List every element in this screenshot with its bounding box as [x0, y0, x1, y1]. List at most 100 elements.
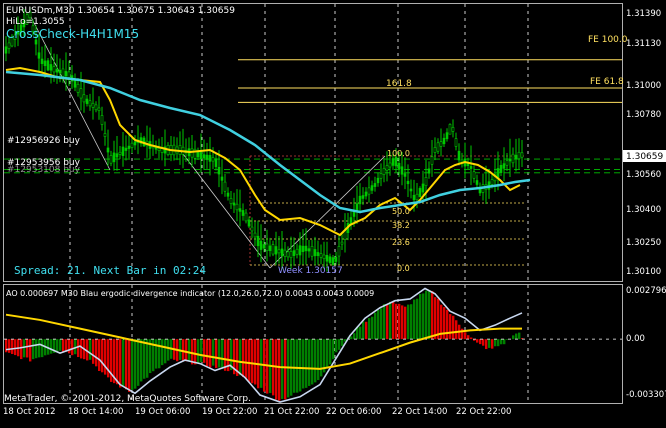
candle-body	[398, 163, 400, 168]
histogram-bar	[335, 339, 337, 352]
time-tick: 21 Oct 22:00	[264, 407, 319, 417]
candle-body	[77, 84, 79, 92]
candle-body	[62, 69, 64, 76]
candle-body	[341, 242, 343, 244]
candle-body	[242, 210, 244, 215]
histogram-bar	[143, 339, 145, 379]
candle-body	[53, 67, 55, 72]
candle-body	[125, 148, 127, 150]
histogram-bar	[197, 339, 199, 363]
price-tick: 1.30560	[626, 170, 661, 180]
histogram-bar	[68, 339, 70, 353]
candle-body	[446, 133, 448, 139]
time-tick: 18 Oct 14:00	[68, 407, 123, 417]
candle-body	[263, 244, 265, 248]
candle-body	[431, 157, 433, 165]
histogram-bar	[239, 339, 241, 375]
histogram-bar	[23, 339, 25, 357]
time-tick: 22 Oct 22:00	[456, 407, 511, 417]
candle-body	[455, 139, 457, 147]
histogram-bar	[275, 339, 277, 399]
candle-body	[422, 184, 424, 192]
histogram-bar	[212, 339, 214, 365]
histogram-bar	[137, 339, 139, 386]
histogram-bar	[404, 307, 406, 339]
candle-body	[245, 213, 247, 221]
histogram-bar	[449, 314, 451, 339]
candle-body	[269, 246, 271, 251]
order-label-1[interactable]: #12956926 buy	[7, 136, 81, 146]
fe-61-label: FE 61.8	[590, 77, 624, 87]
histogram-bar	[452, 316, 454, 339]
candle-body	[458, 151, 460, 160]
histogram-bar	[326, 339, 328, 367]
histogram-bar	[215, 339, 217, 368]
histogram-bar	[434, 297, 436, 339]
candle-body	[131, 143, 133, 147]
histogram-bar	[482, 339, 484, 346]
candle-body	[236, 204, 238, 210]
candle-body	[248, 220, 250, 226]
histogram-bar	[218, 339, 220, 367]
candle-body	[338, 246, 340, 256]
candle-body	[512, 154, 514, 163]
histogram-bar	[71, 339, 73, 355]
histogram-bar	[194, 339, 196, 364]
candle-body	[68, 72, 70, 78]
candle-body	[5, 47, 7, 53]
price-chart[interactable]: 1.313901.311301.310001.307801.305601.304…	[0, 0, 666, 424]
candle-body	[377, 178, 379, 183]
histogram-bar	[446, 310, 448, 339]
histogram-bar	[293, 339, 295, 393]
candle-body	[497, 168, 499, 177]
histogram-bar	[245, 339, 247, 379]
histogram-bar	[470, 337, 472, 339]
histogram-bar	[317, 339, 319, 380]
histogram-bar	[200, 339, 202, 362]
candle-body	[284, 250, 286, 256]
candle-body	[299, 246, 301, 255]
histogram-bar	[464, 332, 466, 339]
candle-body	[326, 255, 328, 261]
candle-body	[122, 147, 124, 156]
candle-body	[80, 89, 82, 98]
time-tick: 22 Oct 14:00	[392, 407, 447, 417]
candle-body	[110, 156, 112, 164]
candle-body	[521, 153, 523, 157]
candle-body	[332, 258, 334, 265]
histogram-bar	[20, 339, 22, 359]
spread-info: Spread: 21. Next Bar in 02:24	[14, 264, 206, 277]
histogram-bar	[416, 299, 418, 339]
candle-body	[92, 103, 94, 107]
histogram-bar	[407, 305, 409, 340]
candle-body	[89, 101, 91, 106]
candle-body	[416, 194, 418, 200]
candle-body	[101, 116, 103, 125]
histogram-bar	[320, 339, 322, 376]
candle-body	[206, 155, 208, 160]
histogram-bar	[362, 322, 364, 340]
histogram-bar	[314, 339, 316, 382]
candle-body	[437, 143, 439, 151]
candle-body	[425, 177, 427, 185]
sub-tick: 0.00	[626, 334, 645, 344]
histogram-bar	[410, 304, 412, 339]
candle-body	[509, 159, 511, 161]
candle-body	[38, 53, 40, 59]
histogram-bar	[341, 339, 343, 346]
histogram-bar	[437, 299, 439, 339]
histogram-bar	[281, 339, 283, 399]
time-tick: 19 Oct 22:00	[202, 407, 257, 417]
histogram-bar	[377, 310, 379, 339]
order-label-3[interactable]: #12953108 buy	[7, 165, 81, 175]
price-tick: 1.31130	[626, 39, 661, 49]
price-tick: 1.30250	[626, 238, 661, 248]
histogram-bar	[188, 339, 190, 360]
histogram-bar	[503, 339, 505, 344]
candle-body	[515, 155, 517, 159]
histogram-bar	[92, 339, 94, 364]
candle-body	[296, 249, 298, 254]
candle-body	[389, 163, 391, 167]
histogram-bar	[35, 339, 37, 358]
histogram-bar	[77, 339, 79, 357]
